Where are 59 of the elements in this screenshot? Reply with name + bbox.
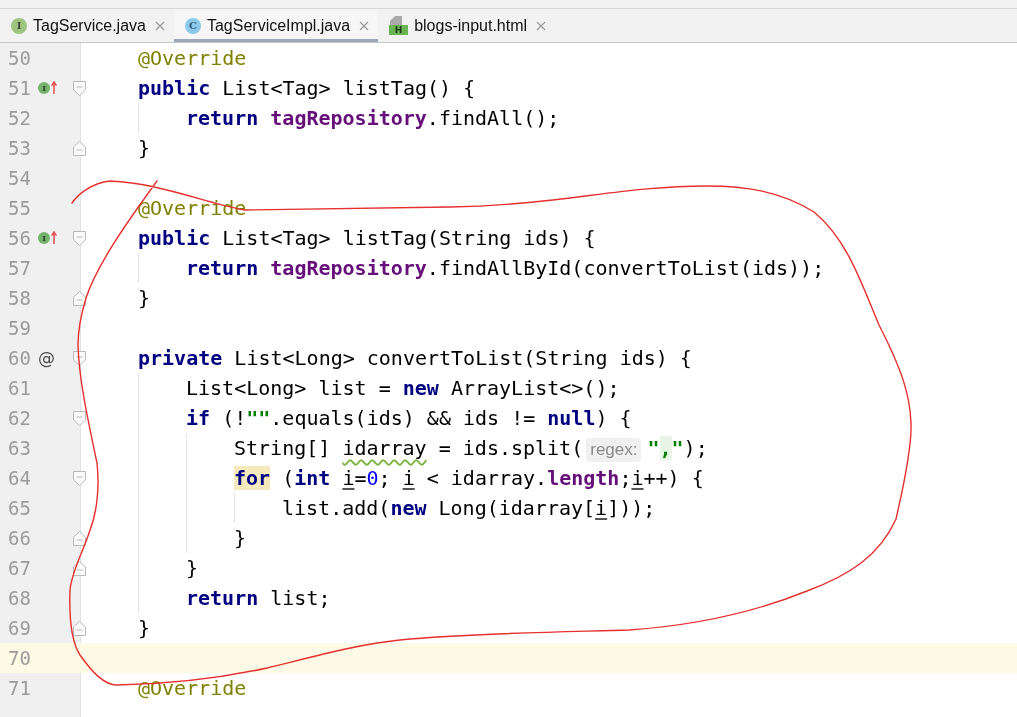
line-number: 65 [7,496,31,521]
line-number: 62 [7,406,31,431]
code-line: return list; [186,585,331,612]
line-number: 69 [7,616,31,641]
close-icon[interactable] [359,20,370,31]
fold-marker-icon[interactable] [73,290,86,306]
line-number: 67 [7,556,31,581]
line-number: 50 [7,46,31,71]
line-number: 57 [7,256,31,281]
fold-marker-icon[interactable] [73,530,86,546]
code-line: public List<Tag> listTag(String ids) { [138,225,596,252]
line-number: 52 [7,106,31,131]
code-line: for (int i=0; i < idarray.length;i++) { [234,465,704,492]
line-number: 60 [7,346,31,371]
line-number: 68 [7,586,31,611]
code-line: @Override [138,675,247,702]
code-line: private List<Long> convertToList(String ids) { [138,345,692,372]
close-icon[interactable] [154,20,165,31]
line-number: 55 [7,196,31,221]
code-line: return tagRepository.findAllById(convertToList(ids)); [186,255,825,282]
fold-marker-icon[interactable] [73,350,86,366]
line-number: 66 [7,526,31,551]
line-number: 53 [7,136,31,161]
letter-circle-icon: I [11,17,27,34]
code-line: List<Long> list = new ArrayList<>(); [186,375,620,402]
fold-marker-icon[interactable] [73,620,86,636]
line-number: 64 [7,466,31,491]
code-line: @Override [138,195,247,222]
code-line: if (!"".equals(ids) && ids != null) { [186,405,632,432]
code-line: } [138,285,151,312]
fold-marker-icon[interactable] [73,80,86,96]
fold-marker-icon[interactable] [73,230,86,246]
editor-tab[interactable]: H blogs-input.html [378,9,556,42]
close-icon[interactable] [536,20,547,31]
code-line: } [186,555,199,582]
code-line: } [138,135,151,162]
fold-marker-icon[interactable] [73,410,86,426]
line-number: 59 [7,316,31,341]
code-line: String[] idarray = ids.split( regex: ","); [234,435,708,463]
letter-circle-icon: C [184,17,201,34]
code-line: @Override [138,45,247,72]
code-line: return tagRepository.findAll(); [186,105,560,132]
line-number: 56 [7,226,31,251]
code-line: public List<Tag> listTag() { [138,75,476,102]
code-line: list.add(new Long(idarray[i])); [282,495,656,522]
code-line: } [234,525,247,552]
line-number: 70 [7,646,31,671]
fold-marker-icon[interactable] [73,470,86,486]
line-number: 58 [7,286,31,311]
at-sign-icon[interactable]: @ [38,348,55,368]
line-number: 71 [7,676,31,701]
line-number: 63 [7,436,31,461]
line-number: 51 [7,76,31,101]
line-number: 61 [7,376,31,401]
code-line: } [138,615,151,642]
editor-tab[interactable]: I TagService.java [0,9,174,42]
line-number: 54 [7,166,31,191]
editor-tab[interactable]: C TagServiceImpl.java [173,9,379,42]
fold-marker-icon[interactable] [73,140,86,156]
